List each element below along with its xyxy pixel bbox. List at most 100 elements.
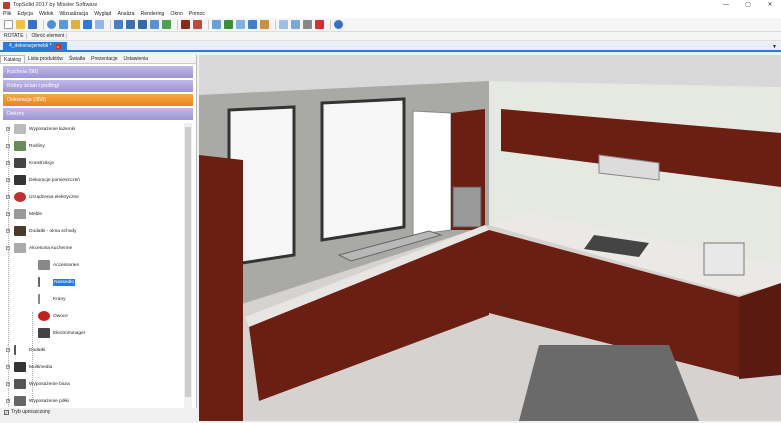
open-folder-icon[interactable] <box>16 20 25 29</box>
tools-icon[interactable] <box>71 20 80 29</box>
menu-widok[interactable]: Widok <box>39 11 53 17</box>
tree-subitem[interactable]: Accessories <box>38 258 79 272</box>
toolbar-separator <box>110 19 111 30</box>
tree-subitem[interactable]: Nassedło <box>38 275 75 289</box>
menu-wizualizacja[interactable]: Wizualizacja <box>59 11 88 17</box>
toolbar-separator <box>208 19 209 30</box>
move-icon[interactable] <box>83 20 92 29</box>
tree-item[interactable]: + Multimedia <box>6 360 52 374</box>
cylinder-icon[interactable] <box>59 20 68 29</box>
menu-plik[interactable]: Plik <box>3 11 11 17</box>
menu-edycja[interactable]: Edycja <box>17 11 33 17</box>
render-icon[interactable] <box>260 20 269 29</box>
print-icon[interactable] <box>303 20 312 29</box>
tree-scrollbar[interactable] <box>184 123 192 408</box>
grid-icon[interactable] <box>291 20 300 29</box>
kitchen-island <box>519 345 699 421</box>
utensil-icon <box>38 277 50 287</box>
menu-okno[interactable]: Okno <box>170 11 182 17</box>
category-kolory[interactable]: Kolory ścian i podłogi <box>3 80 193 92</box>
menu-bar: Plik Edycja Widok Wizualizacja Wygląd An… <box>0 10 781 18</box>
tree-item[interactable]: + Wyposażenie biura <box>6 377 70 391</box>
texture-icon[interactable] <box>193 20 202 29</box>
maximize-button[interactable]: ▢ <box>737 0 759 10</box>
tree-item[interactable]: + Dodatki <box>6 343 45 357</box>
save-icon[interactable] <box>28 20 37 29</box>
accessories-icon <box>38 260 50 270</box>
checkbox-icon[interactable]: ✓ <box>4 409 9 415</box>
align-icon[interactable] <box>114 20 123 29</box>
menu-analiza[interactable]: Analiza <box>117 11 134 17</box>
panel-tabs: Katalog Lista produktów Światła Prezenta… <box>0 55 196 64</box>
tab-lista-produktow[interactable]: Lista produktów <box>25 55 66 63</box>
delete-icon[interactable] <box>315 20 324 29</box>
layer-icon[interactable] <box>279 20 288 29</box>
tree-item[interactable]: + Urządzenia elektryczne <box>6 190 79 204</box>
document-tab-label: 4_dekoracjemebli * <box>9 43 52 49</box>
zoom-window-icon[interactable] <box>212 20 221 29</box>
simplified-mode-checkbox[interactable]: ✓ Tryb uproszczony <box>4 409 50 415</box>
tree-item[interactable]: + Dodatki - okna schody <box>6 224 76 238</box>
tree-item[interactable]: + Wyposażenie półki <box>6 394 69 407</box>
material-icon[interactable] <box>181 20 190 29</box>
view-options-icon[interactable] <box>248 20 257 29</box>
tall-cabinet <box>412 110 452 236</box>
copy-icon[interactable] <box>95 20 104 29</box>
minimize-button[interactable]: — <box>715 0 737 10</box>
tree-icon[interactable] <box>162 20 171 29</box>
measure-icon[interactable] <box>150 20 159 29</box>
connect-icon[interactable] <box>138 20 147 29</box>
new-file-icon[interactable] <box>4 20 13 29</box>
faucet-icon <box>38 294 50 304</box>
category-kuchnia[interactable]: Kuchnia (98) <box>3 66 193 78</box>
tree-subitem[interactable]: Electrominager <box>38 326 85 340</box>
toolbar-separator <box>43 19 44 30</box>
menu-pomoc[interactable]: Pomoc <box>189 11 205 17</box>
document-tab[interactable]: 4_dekoracjemebli * x <box>3 42 67 50</box>
tabs-dropdown-icon[interactable]: ▼ <box>772 44 777 50</box>
scrollbar-thumb[interactable] <box>185 127 191 397</box>
zoom-icon[interactable] <box>224 20 233 29</box>
toolbar-separator <box>177 19 178 30</box>
close-button[interactable]: ✕ <box>759 0 781 10</box>
construction-icon <box>14 158 26 168</box>
tree-subitem[interactable]: Owoce <box>38 309 68 323</box>
close-tab-icon[interactable]: x <box>55 43 61 49</box>
built-in-oven <box>452 186 482 228</box>
snap-icon[interactable] <box>126 20 135 29</box>
menu-wyglad[interactable]: Wygląd <box>94 11 111 17</box>
lamp-icon <box>14 192 26 202</box>
toolbar-separator <box>330 19 331 30</box>
tree-item[interactable]: + Meble <box>6 207 42 221</box>
help-icon[interactable] <box>334 20 343 29</box>
tab-swiatla[interactable]: Światła <box>66 55 88 63</box>
tree-item[interactable]: + Konstrukcje <box>6 156 54 170</box>
catalog-tree: + Wyposażenie łazienki + Rośliny + Konstruk… <box>6 122 184 407</box>
appliance-icon <box>38 328 50 338</box>
main-toolbar <box>0 18 781 32</box>
fruit-icon <box>38 311 50 321</box>
menu-rendering[interactable]: Rendering <box>140 11 164 17</box>
category-dekory[interactable]: Dekory <box>3 108 193 120</box>
3d-viewport[interactable]: + <box>199 55 781 421</box>
checkbox-label: Tryb uproszczony <box>11 409 51 415</box>
tab-prezentacje[interactable]: Prezentacje <box>88 55 120 63</box>
kitchen-accessory-icon <box>14 243 26 253</box>
plant-icon <box>14 141 26 151</box>
tree-item[interactable]: + Wyposażenie łazienki <box>6 122 75 136</box>
undo-icon[interactable] <box>47 20 56 29</box>
tab-katalog[interactable]: Katalog <box>0 55 25 63</box>
tree-item[interactable]: + Rośliny <box>6 139 45 153</box>
command-bar: ROTATE Obróć element <box>0 32 781 41</box>
app-logo-icon <box>3 1 10 9</box>
view-cube-icon[interactable] <box>236 20 245 29</box>
tree-item[interactable]: − Akcesoria kuchenne <box>6 241 72 255</box>
toolbar-separator <box>275 19 276 30</box>
tab-ustawienia[interactable]: Ustawienia <box>121 55 151 63</box>
tree-subitem[interactable]: Krany <box>38 292 66 306</box>
tree-item[interactable]: + Dekoracje pomieszczeń <box>6 173 80 187</box>
category-dekoracje[interactable]: Dekoracje (358) <box>3 94 193 106</box>
window-title: TopSolid 2017 by Missler Software <box>13 2 98 8</box>
bathroom-icon <box>14 124 26 134</box>
title-bar: TopSolid 2017 by Missler Software — ▢ ✕ <box>0 0 781 10</box>
